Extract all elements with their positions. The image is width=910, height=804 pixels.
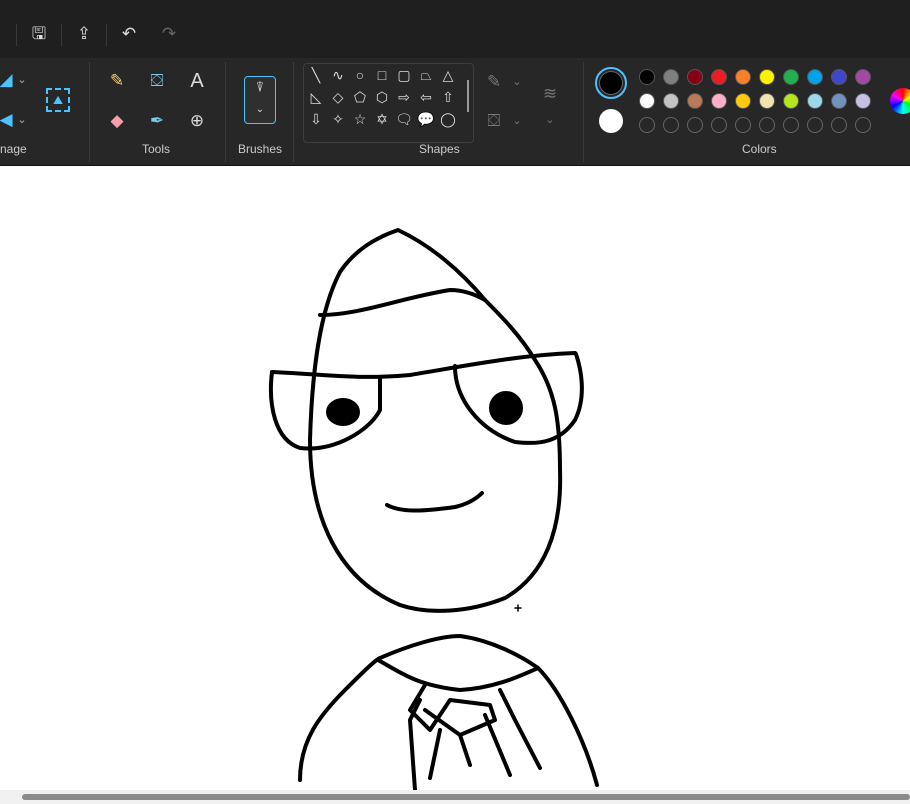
color-swatch[interactable] — [783, 117, 799, 133]
magnifier-icon[interactable]: ⊕ — [183, 107, 211, 135]
color-swatch[interactable] — [855, 93, 871, 109]
chevron-down-icon[interactable]: ⌄ — [503, 107, 531, 135]
fill-icon[interactable]: ⛋ — [143, 67, 171, 95]
shapes-scrollbar[interactable] — [467, 80, 469, 112]
primary-color[interactable] — [595, 67, 627, 99]
shape-option[interactable]: ◇ — [327, 86, 349, 108]
chevron-down-icon[interactable]: ⌄ — [8, 106, 36, 134]
color-swatch[interactable] — [807, 117, 823, 133]
color-swatch[interactable] — [711, 69, 727, 85]
shape-option[interactable]: ⇦ — [415, 86, 437, 108]
shape-option[interactable]: △ — [437, 64, 459, 86]
shape-option[interactable]: ⇧ — [437, 86, 459, 108]
shape-option[interactable]: ╲ — [305, 64, 327, 86]
left-eye — [326, 398, 360, 426]
color-swatch[interactable] — [807, 69, 823, 85]
color-swatch[interactable] — [735, 69, 751, 85]
title-bar: 🖫 ⇪ ↶ ↷ — [0, 0, 910, 58]
color-swatch[interactable] — [759, 117, 775, 133]
color-swatch[interactable] — [711, 93, 727, 109]
color-swatch[interactable] — [687, 69, 703, 85]
ribbon: ◢ ⌄ ◀ ⌄ ⛰ nage ✎ ⛋ A ◆ ✒ ⊕ Tools ⍒ ⌄ Brus… — [0, 58, 910, 166]
color-swatch[interactable] — [639, 93, 655, 109]
group-label-shapes: Shapes — [419, 142, 460, 156]
shape-option[interactable]: ✧ — [327, 108, 349, 130]
doodle-drawing — [268, 228, 599, 792]
shapes-gallery[interactable]: ╲ ∿ ○ □ ▢ ⏢ △ ◺ ◇ ⬠ ⬡ ⇨ ⇦ ⇧ ⇩ ✧ ☆ ✡ 🗨 💬 ◯ — [303, 63, 474, 143]
edit-colors-icon[interactable] — [890, 88, 910, 114]
color-swatch[interactable] — [663, 93, 679, 109]
color-swatch[interactable] — [687, 117, 703, 133]
shape-option[interactable]: ⬡ — [371, 86, 393, 108]
chevron-down-icon[interactable]: ⌄ — [503, 68, 531, 96]
color-swatch[interactable] — [663, 69, 679, 85]
shape-option[interactable]: ◺ — [305, 86, 327, 108]
text-icon[interactable]: A — [183, 67, 211, 95]
color-swatch[interactable] — [735, 93, 751, 109]
group-label-brushes: Brushes — [238, 142, 283, 156]
group-label-colors: Colors — [742, 142, 777, 156]
shape-option[interactable]: ☆ — [349, 108, 371, 130]
shape-option[interactable]: ⇨ — [393, 86, 415, 108]
group-label-tools: Tools — [142, 142, 171, 156]
color-swatch[interactable] — [735, 117, 751, 133]
color-swatch[interactable] — [639, 69, 655, 85]
color-swatch[interactable] — [783, 93, 799, 109]
color-swatch[interactable] — [855, 69, 871, 85]
color-swatch[interactable] — [831, 69, 847, 85]
shape-option[interactable]: ○ — [349, 64, 371, 86]
mouth — [385, 491, 484, 513]
shape-option[interactable]: ▢ — [393, 64, 415, 86]
color-swatch[interactable] — [711, 117, 727, 133]
color-swatch[interactable] — [807, 93, 823, 109]
shirt-collar — [376, 658, 540, 692]
size-icon[interactable]: ≋ — [536, 80, 564, 108]
color-picker-icon[interactable]: ✒ — [143, 107, 171, 135]
tie — [408, 683, 542, 792]
hat-brim — [318, 288, 487, 317]
eraser-icon[interactable]: ◆ — [103, 107, 131, 135]
drawing-canvas[interactable] — [0, 166, 910, 792]
right-eye — [489, 391, 523, 425]
shoulders-collar — [298, 634, 599, 787]
group-label-image: nage — [0, 142, 27, 156]
color-swatch[interactable] — [831, 117, 847, 133]
color-swatch[interactable] — [831, 93, 847, 109]
shape-option[interactable]: ✡ — [371, 108, 393, 130]
share-icon[interactable]: ⇪ — [72, 22, 96, 46]
color-swatch[interactable] — [759, 93, 775, 109]
horizontal-scrollbar[interactable] — [0, 790, 910, 804]
shape-option[interactable]: ◯ — [437, 108, 459, 130]
chevron-down-icon[interactable]: ⌄ — [8, 66, 36, 94]
pencil-icon[interactable]: ✎ — [103, 67, 131, 95]
shape-option[interactable]: ⇩ — [305, 108, 327, 130]
shape-option[interactable]: □ — [371, 64, 393, 86]
glasses-left-lens — [268, 370, 382, 451]
shape-option[interactable]: ⏢ — [415, 64, 437, 86]
color-swatch[interactable] — [855, 117, 871, 133]
color-swatch[interactable] — [759, 69, 775, 85]
scrollbar-thumb[interactable] — [22, 794, 910, 800]
shape-option[interactable]: ∿ — [327, 64, 349, 86]
color-swatch[interactable] — [687, 93, 703, 109]
color-swatch[interactable] — [663, 117, 679, 133]
chevron-down-icon: ⌄ — [255, 104, 265, 115]
shape-option[interactable]: 💬 — [415, 108, 437, 130]
shape-option[interactable]: ⬠ — [349, 86, 371, 108]
redo-icon[interactable]: ↷ — [157, 22, 181, 46]
brush-icon: ⍒ — [255, 79, 265, 95]
cursor-crosshair-icon — [514, 604, 522, 612]
color-swatch[interactable] — [639, 117, 655, 133]
shape-option[interactable]: 🗨 — [393, 108, 415, 130]
color-swatch[interactable] — [783, 69, 799, 85]
secondary-color[interactable] — [599, 109, 623, 133]
brushes-button[interactable]: ⍒ ⌄ — [244, 76, 276, 124]
chevron-down-icon[interactable]: ⌄ — [536, 106, 564, 134]
resize-image-icon[interactable]: ⛰ — [46, 88, 70, 112]
save-icon[interactable]: 🖫 — [27, 22, 51, 46]
undo-icon[interactable]: ↶ — [117, 22, 141, 46]
